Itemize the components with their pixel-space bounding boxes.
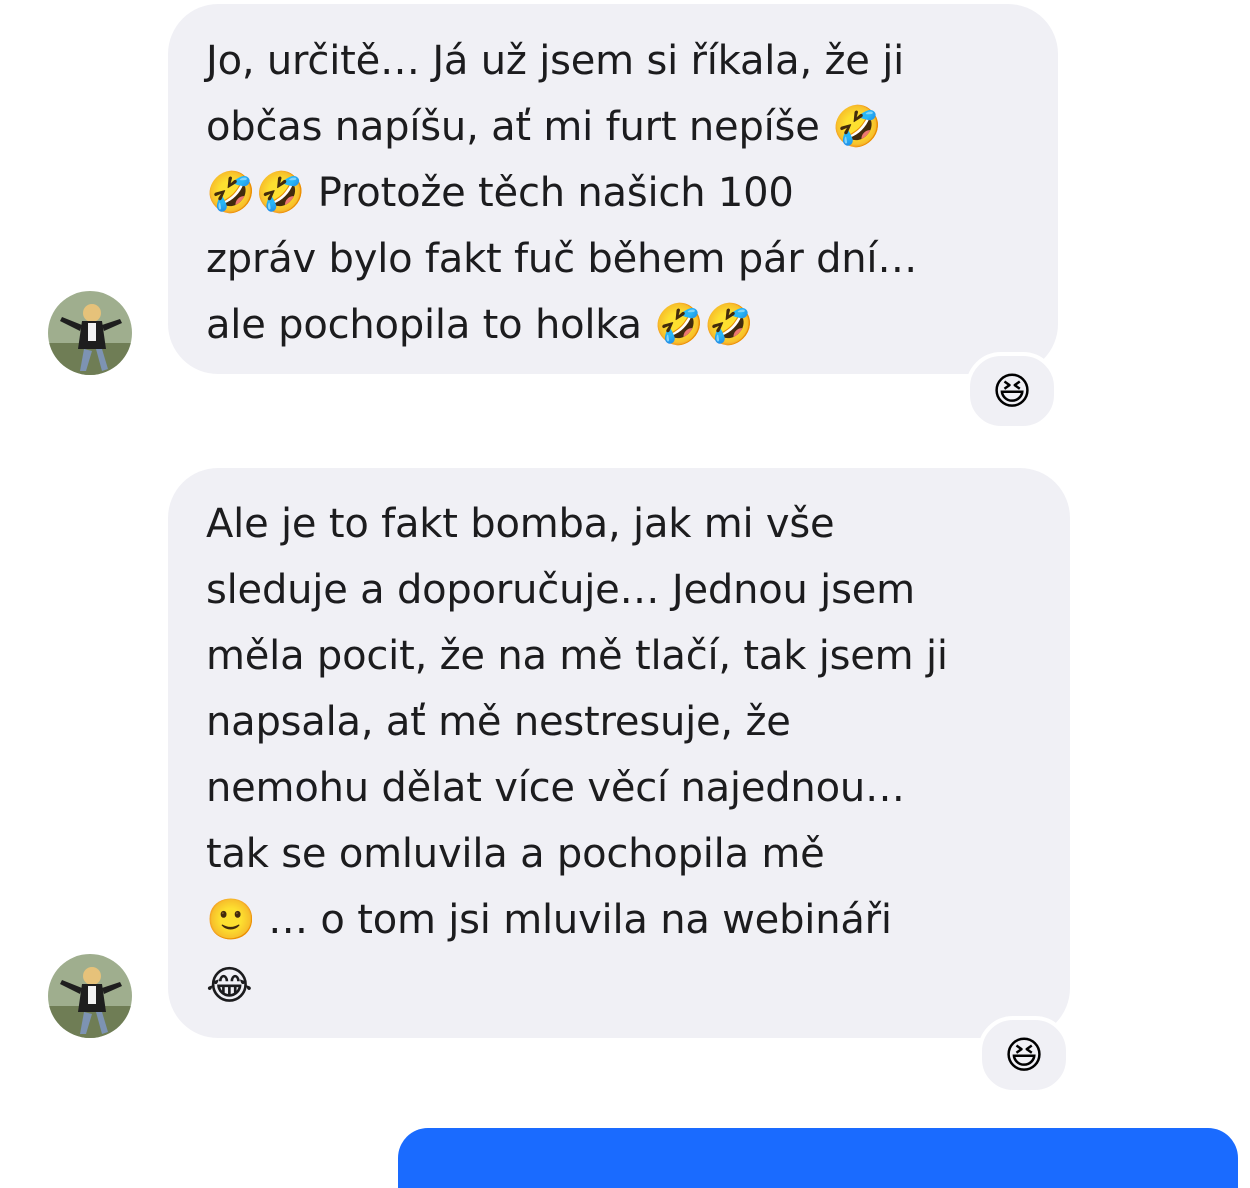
message-line: 🤣🤣 Protože těch našich 100	[206, 170, 794, 216]
outgoing-message-bubble[interactable]	[398, 1128, 1238, 1188]
sender-avatar[interactable]	[48, 291, 132, 375]
message-line: Ale je to fakt bomba, jak mi vše	[206, 501, 835, 547]
laughing-face-icon: 😆	[992, 369, 1032, 413]
message-line: ale pochopila to holka 🤣🤣	[206, 302, 754, 348]
message-line: sleduje a doporučuje… Jednou jsem	[206, 567, 915, 613]
message-line: 😂	[206, 963, 253, 1009]
message-line: nemohu dělat více věcí najednou…	[206, 765, 905, 811]
sender-avatar[interactable]	[48, 954, 132, 1038]
message-bubble-1[interactable]: Jo, určitě… Já už jsem si říkala, že ji …	[168, 4, 1058, 374]
message-line: Jo, určitě… Já už jsem si říkala, že ji	[206, 38, 905, 84]
message-line: měla pocit, že na mě tlačí, tak jsem ji	[206, 633, 948, 679]
laughing-face-icon: 😆	[1004, 1033, 1044, 1077]
reaction-badge[interactable]: 😆	[966, 352, 1058, 430]
message-line: zpráv bylo fakt fuč během pár dní…	[206, 236, 918, 282]
message-bubble-2[interactable]: Ale je to fakt bomba, jak mi vše sleduje…	[168, 468, 1070, 1038]
message-line: 🙂 … o tom jsi mluvila na webináři	[206, 897, 892, 943]
reaction-badge[interactable]: 😆	[978, 1016, 1070, 1094]
message-line: tak se omluvila a pochopila mě	[206, 831, 825, 877]
message-line: napsala, ať mě nestresuje, že	[206, 699, 791, 745]
message-line: občas napíšu, ať mi furt nepíše 🤣	[206, 104, 882, 150]
